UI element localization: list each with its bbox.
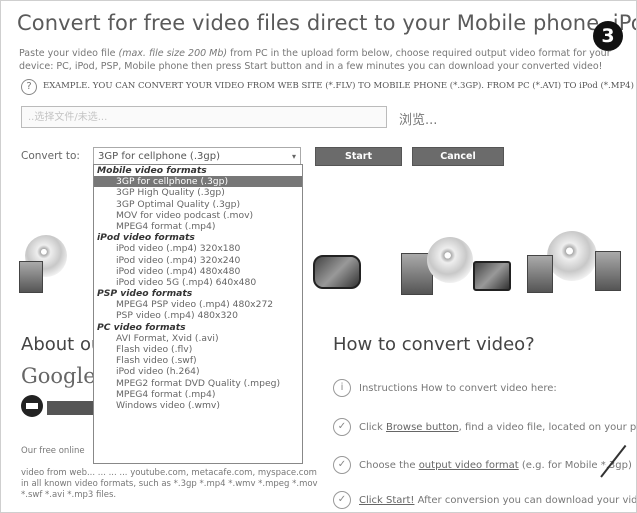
howto-step-pre: Click bbox=[359, 422, 387, 433]
dvd-case-icon-3 bbox=[527, 255, 553, 293]
dropdown-option[interactable]: iPod video 5G (.mp4) 640x480 bbox=[94, 277, 302, 288]
page-title: Convert for free video files direct to y… bbox=[17, 11, 636, 35]
google-logo: Google bbox=[21, 364, 96, 388]
logo-bar-icon bbox=[47, 401, 93, 415]
dropdown-option[interactable]: AVI Format, Xvid (.avi) bbox=[94, 333, 302, 344]
intro-max-size: (max. file size 200 Mb) bbox=[118, 48, 228, 59]
dvd-case-icon bbox=[19, 261, 43, 293]
dropdown-option[interactable]: 3GP High Quality (.3gp) bbox=[94, 187, 302, 198]
howto-step-start: ✓ Click Start! After conversion you can d… bbox=[333, 491, 637, 509]
format-select-value: 3GP for cellphone (.3gp) bbox=[98, 151, 220, 162]
dvd-case-icon-4 bbox=[595, 251, 621, 291]
dropdown-option[interactable]: MPEG4 format (.mp4) bbox=[94, 389, 302, 400]
dropdown-option[interactable]: MPEG4 PSP video (.mp4) 480x272 bbox=[94, 299, 302, 310]
click-start-link[interactable]: Click Start! bbox=[359, 495, 414, 506]
dropdown-option[interactable]: iPod video (.mp4) 320x240 bbox=[94, 255, 302, 266]
intro-text-2: from PC in the upload form below, choose… bbox=[227, 48, 611, 59]
page-frame: Convert for free video files direct to y… bbox=[0, 0, 637, 513]
check-icon: ✓ bbox=[333, 456, 351, 474]
monitor-icon bbox=[473, 261, 511, 291]
file-path-input[interactable]: ..选择文件/未选... bbox=[21, 106, 387, 128]
dropdown-option[interactable]: Flash video (.flv) bbox=[94, 344, 302, 355]
dropdown-option[interactable]: MPEG2 format DVD Quality (.mpeg) bbox=[94, 378, 302, 389]
dropdown-option[interactable]: 3GP Optimal Quality (.3gp) bbox=[94, 199, 302, 210]
partner-logo bbox=[21, 393, 93, 419]
about-title: About ou bbox=[21, 334, 103, 355]
howto-step-browse: ✓ Click Browse button, find a video file,… bbox=[333, 418, 637, 436]
dropdown-group-label: iPod video formats bbox=[97, 232, 195, 244]
cancel-button[interactable]: Cancel bbox=[412, 147, 504, 166]
about-text-body: video from web... ... ... ... youtube.co… bbox=[21, 468, 318, 500]
howto-step-format: ✓ Choose the output video format (e.g. fo… bbox=[333, 456, 632, 474]
intro-text-3: device: PC, iPod, PSP, Mobile phone then… bbox=[19, 61, 603, 72]
psp-device-icon bbox=[313, 255, 361, 289]
check-icon: ✓ bbox=[333, 418, 351, 436]
example-text: EXAMPLE. YOU CAN CONVERT YOUR VIDEO FROM… bbox=[43, 81, 634, 91]
format-dropdown-list[interactable]: Mobile video formats 3GP for cellphone (.… bbox=[93, 164, 303, 464]
convert-to-label: Convert to: bbox=[21, 150, 80, 162]
logo-circle-icon bbox=[21, 395, 43, 417]
dropdown-option[interactable]: Flash video (.swf) bbox=[94, 355, 302, 366]
dropdown-option[interactable]: iPod video (.mp4) 320x180 bbox=[94, 243, 302, 254]
check-icon: ✓ bbox=[333, 491, 351, 509]
start-button[interactable]: Start bbox=[315, 147, 402, 166]
dropdown-option[interactable]: Windows video (.wmv) bbox=[94, 400, 302, 411]
dvd-disc-icon-2 bbox=[427, 237, 473, 283]
output-format-link[interactable]: output video format bbox=[419, 460, 519, 471]
about-text-lead: Our free online bbox=[21, 446, 85, 456]
format-select[interactable]: 3GP for cellphone (.3gp) ▾ bbox=[93, 147, 301, 165]
video-disc-icon bbox=[547, 231, 597, 281]
intro-description: Paste your video file (max. file size 20… bbox=[19, 47, 627, 73]
dropdown-option[interactable]: PSP video (.mp4) 480x320 bbox=[94, 310, 302, 321]
howto-title: How to convert video? bbox=[333, 334, 535, 355]
help-icon[interactable]: ? bbox=[21, 79, 37, 95]
howto-step-post: , find a video file, located on your pc bbox=[458, 422, 637, 433]
dropdown-option[interactable]: MPEG4 format (.mp4) bbox=[94, 221, 302, 232]
howto-step-post: After conversion you can download your v… bbox=[414, 495, 637, 506]
howto-step-post: (e.g. for Mobile *.3gp) bbox=[518, 460, 632, 471]
dropdown-option[interactable]: iPod video (h.264) bbox=[94, 366, 302, 377]
howto-step-pre: Choose the bbox=[359, 460, 419, 471]
browse-button[interactable]: 浏览... bbox=[399, 109, 437, 128]
info-icon: i bbox=[333, 379, 351, 397]
intro-text-1: Paste your video file bbox=[19, 48, 119, 59]
browse-link[interactable]: Browse button bbox=[386, 422, 459, 433]
dropdown-option[interactable]: 3GP for cellphone (.3gp) bbox=[94, 176, 302, 188]
dropdown-option[interactable]: MOV for video podcast (.mov) bbox=[94, 210, 302, 221]
howto-step-intro: i Instructions How to convert video here: bbox=[333, 379, 557, 397]
dropdown-group-label: PSP video formats bbox=[97, 288, 193, 300]
dropdown-group-label: Mobile video formats bbox=[97, 165, 207, 176]
dropdown-group-label: PC video formats bbox=[97, 321, 186, 333]
dropdown-option[interactable]: iPod video (.mp4) 480x480 bbox=[94, 266, 302, 277]
howto-step-text: Instructions How to convert video here: bbox=[359, 383, 557, 394]
